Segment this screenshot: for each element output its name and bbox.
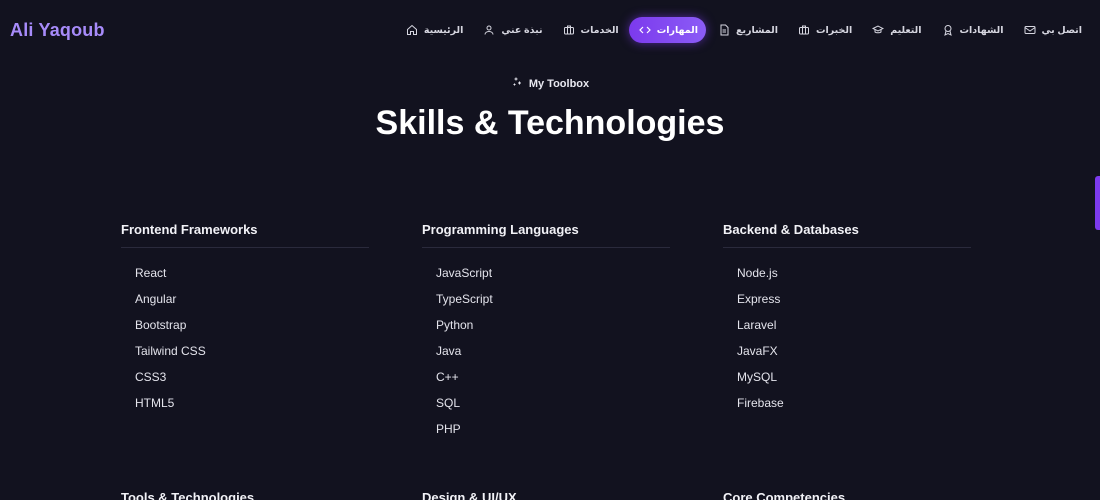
list-item: TypeScript [436,292,493,306]
list-item: React [135,266,167,280]
sparkles-icon [511,76,523,91]
briefcase-icon [798,24,810,36]
skill-category-design: Design & UI/UX [422,490,670,500]
skill-category-tools: Tools & Technologies [121,490,369,500]
page-title: Skills & Technologies [375,104,725,142]
nav-label: الرئيسية [423,24,464,36]
category-title: Core Competencies [723,490,971,500]
nav-label: الخدمات [580,24,619,36]
skill-category-core: Core Competencies [723,490,971,500]
briefcase-icon [563,24,575,36]
nav-item-contact[interactable]: اتصل بي [1014,17,1090,43]
nav-item-certificates[interactable]: الشهادات [932,17,1012,43]
nav-item-about[interactable]: نبذة عني [473,17,550,43]
graduation-cap-icon [872,24,885,36]
skill-list: React Angular Bootstrap Tailwind CSS CSS… [121,260,369,416]
list-item: HTML5 [135,396,175,410]
scroll-indicator[interactable] [1095,176,1100,230]
list-item: PHP [436,422,461,436]
category-title: Backend & Databases [723,222,971,248]
nav-item-projects[interactable]: المشاريع [708,17,786,43]
list-item: Tailwind CSS [135,344,206,358]
list-item: Express [737,292,781,306]
nav-label: الخبرات [815,24,853,36]
navbar: Ali Yaqoub الرئيسية نبذة عني الخدمات الم… [0,0,1100,60]
nav-label: الشهادات [959,24,1004,36]
award-icon [942,24,954,36]
list-item: Python [436,318,474,332]
nav-item-home[interactable]: الرئيسية [396,17,471,43]
user-icon [483,24,495,36]
skill-list: Node.js Express Laravel JavaFX MySQL Fir… [723,260,971,416]
skill-category-frontend: Frontend Frameworks React Angular Bootst… [121,222,369,416]
nav-item-experience[interactable]: الخبرات [788,17,860,43]
nav-item-services[interactable]: الخدمات [553,17,627,43]
mail-icon [1024,24,1036,36]
list-item: JavaScript [436,266,493,280]
nav-label: المشاريع [736,24,778,36]
list-item: MySQL [737,370,778,384]
nav-label: التعليم [890,24,922,36]
category-title: Tools & Technologies [121,490,369,500]
category-title: Programming Languages [422,222,670,248]
list-item: C++ [436,370,459,384]
category-title: Frontend Frameworks [121,222,369,248]
site-logo[interactable]: Ali Yaqoub [10,20,105,41]
list-item: CSS3 [135,370,167,384]
nav-label: المهارات [656,24,698,36]
list-item: Angular [135,292,177,306]
file-icon [718,24,730,36]
list-item: Bootstrap [135,318,187,332]
nav-item-skills[interactable]: المهارات [628,17,706,43]
category-title: Design & UI/UX [422,490,670,500]
main-nav: الرئيسية نبذة عني الخدمات المهارات المشا… [396,17,1090,43]
nav-label: نبذة عني [501,24,543,36]
list-item: Node.js [737,266,778,280]
list-item: Laravel [737,318,777,332]
nav-item-education[interactable]: التعليم [862,17,929,43]
home-icon [406,24,418,36]
code-icon [638,24,651,36]
list-item: JavaFX [737,344,778,358]
list-item: SQL [436,396,461,410]
nav-label: اتصل بي [1041,24,1082,36]
section-eyebrow: My Toolbox [0,76,1100,91]
skill-list: JavaScript TypeScript Python Java C++ SQ… [422,260,670,442]
skill-category-backend: Backend & Databases Node.js Express Lara… [723,222,971,416]
list-item: Firebase [737,396,784,410]
eyebrow-text: My Toolbox [528,77,590,90]
list-item: Java [436,344,462,358]
skill-category-languages: Programming Languages JavaScript TypeScr… [422,222,670,442]
